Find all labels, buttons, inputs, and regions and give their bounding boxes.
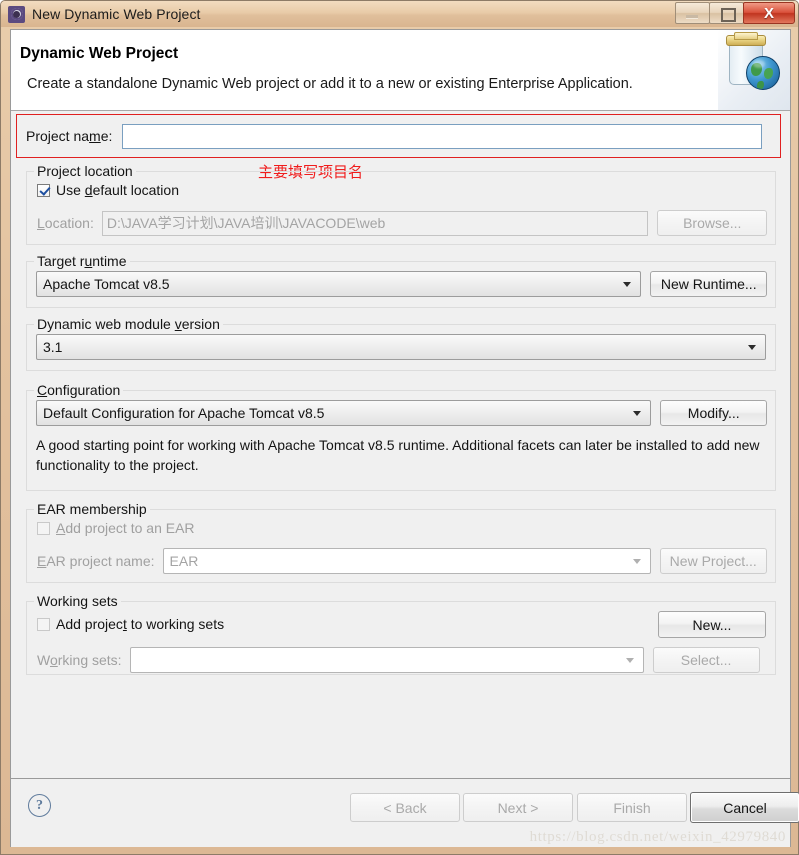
modify-button[interactable]: Modify... — [660, 400, 767, 426]
ear-membership-legend: EAR membership — [34, 501, 150, 517]
chevron-down-icon — [625, 658, 634, 663]
chevron-down-icon — [632, 559, 641, 564]
chevron-down-icon — [623, 282, 632, 287]
page-description: Create a standalone Dynamic Web project … — [27, 76, 633, 92]
chevron-down-icon — [748, 345, 756, 350]
minimize-icon — [686, 15, 698, 18]
use-default-location-checkbox[interactable] — [37, 183, 50, 197]
globe-icon — [746, 56, 780, 90]
new-project-button[interactable]: New Project... — [659, 548, 767, 574]
chevron-down-icon — [633, 411, 642, 416]
working-sets-label: Working sets: — [37, 652, 122, 668]
wizard-form: 主要填写项目名 Project name: Project location U… — [11, 111, 790, 779]
maximize-button[interactable] — [709, 2, 744, 24]
target-runtime-value: Apache Tomcat v8.5 — [43, 276, 170, 292]
add-project-to-working-sets-label: Add project to working sets — [56, 616, 225, 632]
help-icon[interactable]: ? — [28, 794, 51, 817]
ear-project-name-label: EAR project name: — [37, 553, 155, 569]
working-sets-combo[interactable] — [129, 647, 644, 673]
dynamic-web-project-jar-globe-icon — [718, 30, 790, 110]
ear-project-name-combo[interactable]: EAR — [162, 548, 651, 574]
select-working-set-button[interactable]: Select... — [652, 647, 760, 673]
module-version-group: Dynamic web module version 3.1 — [26, 316, 776, 371]
target-runtime-row: Apache Tomcat v8.5 New Runtime... — [36, 271, 767, 297]
add-project-to-ear-label: Add project to an EAR — [56, 520, 195, 536]
configuration-legend: Configuration — [34, 382, 124, 398]
module-version-legend: Dynamic web module version — [34, 316, 223, 332]
location-input[interactable]: D:\JAVA学习计划\JAVA培训\JAVACODE\web — [101, 210, 649, 236]
ear-membership-group: EAR membership Add project to an EAR EAR… — [26, 501, 776, 583]
configuration-value: Default Configuration for Apache Tomcat … — [43, 405, 325, 421]
project-name-input[interactable] — [122, 123, 763, 149]
working-sets-legend: Working sets — [34, 593, 121, 609]
new-runtime-button[interactable]: New Runtime... — [650, 271, 767, 297]
close-icon: X — [763, 4, 774, 22]
finish-button[interactable]: Finish — [577, 793, 687, 822]
module-version-row: 3.1 — [36, 334, 766, 360]
new-working-set-button[interactable]: New... — [658, 611, 766, 638]
use-default-location-label: Use default location — [56, 182, 179, 198]
target-runtime-legend: Target runtime — [34, 253, 130, 269]
configuration-row: Default Configuration for Apache Tomcat … — [36, 400, 767, 426]
ear-project-name-value: EAR — [169, 553, 199, 569]
wizard-banner: Dynamic Web Project Create a standalone … — [11, 30, 790, 111]
page-title: Dynamic Web Project — [20, 45, 179, 62]
dialog-client-area: Dynamic Web Project Create a standalone … — [10, 29, 799, 847]
configuration-description: A good starting point for working with A… — [36, 437, 760, 473]
back-button[interactable]: < Back — [350, 793, 460, 822]
window-controls: X — [675, 2, 795, 24]
dialog-button-bar: ? < Back Next > Finish Cancel https://bl… — [11, 778, 799, 847]
dialog-window: New Dynamic Web Project X Dynamic Web Pr… — [0, 0, 799, 855]
watermark: https://blog.csdn.net/weixin_42979840 — [529, 829, 786, 845]
module-version-combo[interactable]: 3.1 — [36, 334, 766, 360]
location-label: Location: — [37, 215, 94, 231]
use-default-location-checkbox-row[interactable]: Use default location — [37, 182, 179, 198]
add-project-to-ear-row[interactable]: Add project to an EAR — [37, 520, 195, 536]
module-version-value: 3.1 — [43, 339, 63, 355]
location-row: Location: D:\JAVA学习计划\JAVA培训\JAVACODE\we… — [37, 210, 767, 236]
jar-neck-icon — [734, 32, 758, 40]
add-project-to-ear-checkbox[interactable] — [37, 521, 50, 535]
working-sets-row: Working sets: Select... — [37, 647, 767, 673]
title-bar[interactable]: New Dynamic Web Project X — [1, 1, 798, 27]
add-project-to-working-sets-row[interactable]: Add project to working sets — [37, 616, 224, 632]
cancel-button[interactable]: Cancel — [690, 792, 799, 823]
add-project-to-working-sets-checkbox[interactable] — [37, 617, 50, 631]
close-button[interactable]: X — [743, 2, 795, 24]
browse-button[interactable]: Browse... — [657, 210, 767, 236]
target-runtime-group: Target runtime Apache Tomcat v8.5 New Ru… — [26, 253, 776, 308]
target-runtime-combo[interactable]: Apache Tomcat v8.5 — [36, 271, 642, 297]
configuration-group: Configuration Default Configuration for … — [26, 382, 776, 491]
working-sets-group: Working sets Add project to working sets… — [26, 593, 776, 675]
project-location-group: Project location Use default location Lo… — [26, 163, 776, 245]
ear-project-name-row: EAR project name: EAR New Project... — [37, 548, 767, 574]
next-button[interactable]: Next > — [463, 793, 573, 822]
minimize-button[interactable] — [675, 2, 710, 24]
project-name-label: Project name: — [26, 128, 113, 144]
project-name-row: Project name: — [26, 123, 776, 149]
eclipse-project-icon — [8, 5, 25, 23]
configuration-combo[interactable]: Default Configuration for Apache Tomcat … — [36, 400, 652, 426]
window-title: New Dynamic Web Project — [32, 6, 201, 22]
project-location-legend: Project location — [34, 163, 136, 179]
maximize-icon — [721, 8, 736, 22]
